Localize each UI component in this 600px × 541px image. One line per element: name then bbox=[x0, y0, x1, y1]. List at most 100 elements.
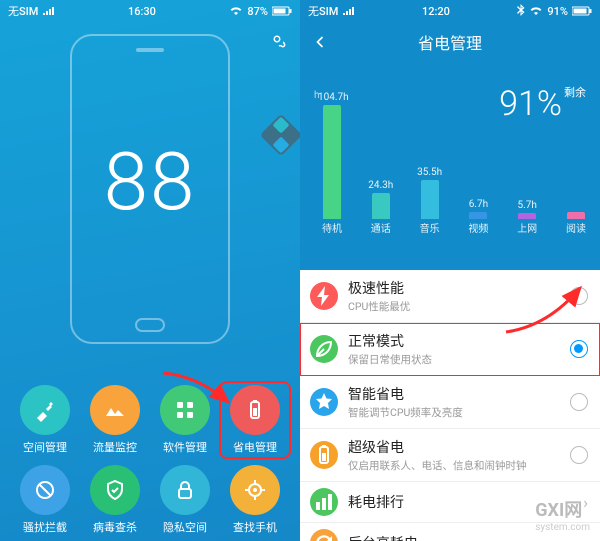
extra-bg[interactable]: 后台高耗电 › bbox=[300, 523, 600, 541]
mode-title: 超级省电 bbox=[348, 437, 560, 457]
extra-title: 耗电排行 bbox=[348, 492, 573, 512]
bar-category: 待机 bbox=[314, 220, 350, 235]
tile-power[interactable]: 省电管理 bbox=[223, 385, 287, 455]
tile-privacy[interactable]: 隐私空间 bbox=[153, 465, 217, 535]
bar-fill bbox=[469, 212, 487, 219]
radio[interactable] bbox=[570, 393, 588, 411]
tile-label: 病毒查杀 bbox=[83, 519, 147, 535]
tile-label: 查找手机 bbox=[223, 519, 287, 535]
security-score: 88 bbox=[0, 135, 300, 229]
tile-traffic[interactable]: 流量监控 bbox=[83, 385, 147, 455]
wifi-icon bbox=[529, 6, 543, 16]
mode-extreme[interactable]: 极速性能CPU性能最优 bbox=[300, 270, 600, 323]
radio[interactable] bbox=[570, 287, 588, 305]
bar-category: 阅读 bbox=[558, 220, 594, 235]
wifi-icon bbox=[229, 6, 243, 16]
signal-icon bbox=[342, 6, 354, 16]
tile-label: 省电管理 bbox=[223, 439, 287, 455]
bar-待机: 104.7h待机 bbox=[318, 92, 346, 219]
refresh-icon bbox=[310, 529, 338, 541]
carrier-label: 无SIM bbox=[8, 3, 38, 19]
tile-label: 软件管理 bbox=[153, 439, 217, 455]
battery-pct: 87% bbox=[247, 5, 268, 18]
mode-smart[interactable]: 智能省电智能调节CPU频率及亮度 bbox=[300, 376, 600, 429]
bar-fill bbox=[567, 212, 585, 219]
page-title: 省电管理 bbox=[418, 30, 482, 54]
mode-title: 智能省电 bbox=[348, 384, 560, 404]
rank-icon bbox=[310, 488, 338, 516]
mode-subtitle: 智能调节CPU频率及亮度 bbox=[348, 405, 560, 420]
mode-subtitle: CPU性能最优 bbox=[348, 299, 560, 314]
tile-disturb[interactable]: 骚扰拦截 bbox=[13, 465, 77, 535]
usage-chart: h 91%剩余 104.7h待机24.3h通话35.5h音乐6.7h视频5.7h… bbox=[300, 62, 600, 237]
shield-icon bbox=[90, 465, 140, 515]
tile-apps[interactable]: 软件管理 bbox=[153, 385, 217, 455]
bar-category: 视频 bbox=[460, 220, 496, 235]
bar-fill bbox=[518, 213, 536, 219]
mode-title: 极速性能 bbox=[348, 278, 560, 298]
battery-icon bbox=[310, 441, 338, 469]
battery-icon bbox=[230, 385, 280, 435]
bar-value: 5.7h bbox=[513, 200, 541, 211]
block-icon bbox=[20, 465, 70, 515]
mode-title: 正常模式 bbox=[348, 331, 560, 351]
bar-category: 上网 bbox=[509, 220, 545, 235]
bar-通话: 24.3h通话 bbox=[367, 180, 395, 220]
bar-视频: 6.7h视频 bbox=[464, 199, 492, 219]
bar-value: 104.7h bbox=[318, 92, 346, 103]
tile-label: 隐私空间 bbox=[153, 519, 217, 535]
bluetooth-icon bbox=[517, 4, 525, 19]
battery-icon bbox=[272, 6, 292, 16]
broom-icon bbox=[20, 385, 70, 435]
radio[interactable] bbox=[570, 340, 588, 358]
feature-grid: 空间管理流量监控软件管理省电管理骚扰拦截病毒查杀隐私空间查找手机 bbox=[0, 385, 300, 541]
mode-subtitle: 保留日常使用状态 bbox=[348, 352, 560, 367]
locate-icon bbox=[230, 465, 280, 515]
mode-subtitle: 仅启用联系人、电话、信息和闹钟时钟 bbox=[348, 458, 560, 473]
status-bar: 无SIM 16:30 87% bbox=[0, 0, 300, 22]
tile-virus[interactable]: 病毒查杀 bbox=[83, 465, 147, 535]
extra-rank[interactable]: 耗电排行 › bbox=[300, 482, 600, 523]
bar-value: 6.7h bbox=[464, 199, 492, 210]
battery-icon bbox=[572, 6, 592, 16]
screen-header: 省电管理 bbox=[300, 22, 600, 62]
bar-value: 35.5h bbox=[416, 167, 444, 178]
signal-icon bbox=[42, 6, 54, 16]
bar-fill bbox=[323, 105, 341, 219]
phone-screen-security-center: 无SIM 16:30 87% 88 空间管理流量监控软件管理省电管理骚扰拦截病毒… bbox=[0, 0, 300, 541]
bar-fill bbox=[372, 193, 390, 220]
tile-label: 骚扰拦截 bbox=[13, 519, 77, 535]
bar-category: 音乐 bbox=[412, 220, 448, 235]
tile-label: 流量监控 bbox=[83, 439, 147, 455]
status-bar: 无SIM 12:20 91% bbox=[300, 0, 600, 22]
status-time: 16:30 bbox=[128, 5, 156, 18]
back-icon[interactable] bbox=[310, 32, 330, 56]
status-time: 12:20 bbox=[422, 5, 450, 18]
bar-value: 24.3h bbox=[367, 180, 395, 191]
radio[interactable] bbox=[570, 446, 588, 464]
bar-阅读: 阅读 bbox=[562, 210, 590, 219]
tile-space[interactable]: 空间管理 bbox=[13, 385, 77, 455]
battery-pct: 91% bbox=[547, 5, 568, 18]
mode-super[interactable]: 超级省电仅启用联系人、电话、信息和闹钟时钟 bbox=[300, 429, 600, 482]
tile-label: 空间管理 bbox=[13, 439, 77, 455]
bar-音乐: 35.5h音乐 bbox=[416, 167, 444, 219]
bar-上网: 5.7h上网 bbox=[513, 200, 541, 219]
carrier-label: 无SIM bbox=[308, 3, 338, 19]
power-mode-list: 极速性能CPU性能最优正常模式保留日常使用状态智能省电智能调节CPU频率及亮度超… bbox=[300, 270, 600, 541]
chevron-right-icon: › bbox=[583, 534, 588, 541]
leaf-icon bbox=[310, 335, 338, 363]
star-icon bbox=[310, 388, 338, 416]
tile-find[interactable]: 查找手机 bbox=[223, 465, 287, 535]
mountain-icon bbox=[90, 385, 140, 435]
bolt-icon bbox=[310, 282, 338, 310]
phone-screen-power-mgmt: 无SIM 12:20 91% 省电管理 h 91%剩余 104.7h待机24.3… bbox=[300, 0, 600, 541]
mode-normal[interactable]: 正常模式保留日常使用状态 bbox=[300, 323, 600, 376]
lock-icon bbox=[160, 465, 210, 515]
grid-icon bbox=[160, 385, 210, 435]
chevron-right-icon: › bbox=[583, 493, 588, 512]
settings-gear-icon[interactable] bbox=[266, 28, 288, 54]
extra-title: 后台高耗电 bbox=[348, 533, 573, 541]
bar-fill bbox=[421, 180, 439, 219]
bar-category: 通话 bbox=[363, 220, 399, 235]
